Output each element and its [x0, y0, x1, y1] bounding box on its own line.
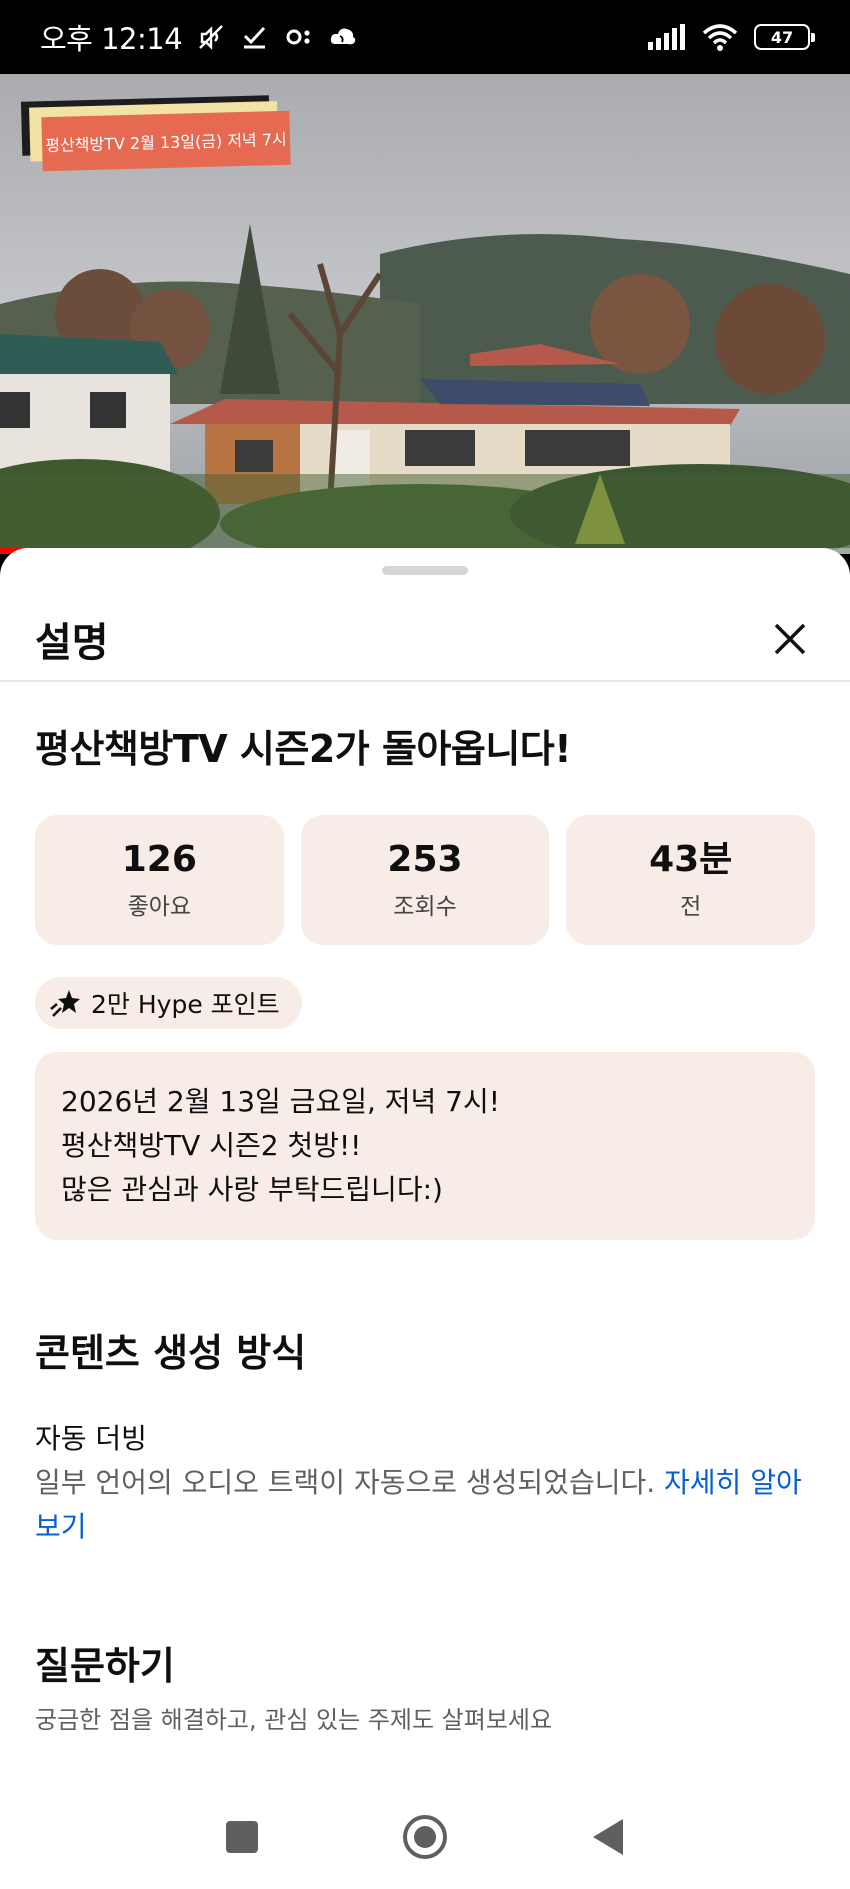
recents-button[interactable]	[212, 1807, 272, 1867]
stats-row: 126 좋아요 253 조회수 43분 전	[35, 815, 816, 945]
recents-icon	[225, 1821, 258, 1853]
likes-label: 좋아요	[127, 893, 192, 920]
check-icon	[244, 26, 266, 49]
close-icon	[774, 623, 806, 655]
views-count: 253	[387, 839, 463, 881]
sheet-content: 평산책방TV 시즌2가 돌아옵니다! 126 좋아요 253 조회수 43분 전…	[35, 718, 816, 1869]
description-sheet: 설명 평산책방TV 시즌2가 돌아옵니다! 126 좋아요 253 조회수 43…	[0, 548, 850, 1889]
likes-count: 126	[121, 839, 197, 881]
ask-heading: 질문하기	[35, 1644, 175, 1688]
likes-stat: 126 좋아요	[35, 815, 284, 945]
battery-indicator: 47	[754, 24, 815, 50]
description-box: 2026년 2월 13일 금요일, 저녁 7시! 평산책방TV 시즌2 첫방!!…	[35, 1052, 815, 1240]
description-line-1: 2026년 2월 13일 금요일, 저녁 7시!	[61, 1085, 500, 1118]
content-method-heading: 콘텐츠 생성 방식	[35, 1331, 307, 1375]
upload-time-label: 전	[680, 893, 702, 920]
system-navigation-bar	[0, 1785, 850, 1889]
video-banner: 평산책방TV 2월 13일(금) 저녁 7시	[41, 110, 291, 172]
back-icon	[593, 1819, 624, 1855]
back-button[interactable]	[578, 1807, 638, 1867]
home-icon	[402, 1815, 447, 1859]
auto-dubbing-description: 일부 언어의 오디오 트랙이 자동으로 생성되었습니다. 자세히 알아보기	[35, 1461, 815, 1549]
video-player[interactable]: 평산책방TV 2월 13일(금) 저녁 7시	[0, 74, 850, 554]
hype-points-chip[interactable]: 2만 Hype 포인트	[35, 977, 302, 1029]
upload-time-value: 43분	[649, 839, 733, 881]
upload-time-stat: 43분 전	[566, 815, 816, 945]
sheet-title: 설명	[35, 620, 109, 666]
status-right: 47	[648, 23, 815, 51]
status-time: 오후 12:14	[40, 22, 183, 56]
auto-dubbing-text: 일부 언어의 오디오 트랙이 자동으로 생성되었습니다.	[35, 1466, 656, 1499]
ask-subtitle: 궁금한 점을 해결하고, 관심 있는 주제도 살펴보세요	[35, 1706, 553, 1734]
views-stat: 253 조회수	[300, 815, 550, 945]
dots-app-icon	[286, 29, 310, 45]
sheet-drag-handle[interactable]	[382, 566, 468, 575]
close-button[interactable]	[765, 614, 815, 664]
description-line-2: 평산책방TV 시즌2 첫방!!	[61, 1129, 362, 1162]
views-label: 조회수	[393, 893, 457, 920]
mute-vibrate-icon	[199, 25, 224, 50]
hype-rocket-icon	[50, 990, 80, 1017]
video-title: 평산책방TV 시즌2가 돌아옵니다!	[35, 727, 572, 771]
content-method-section: 콘텐츠 생성 방식 자동 더빙 일부 언어의 오디오 트랙이 자동으로 생성되었…	[35, 1322, 815, 1549]
hype-points-label: 2만 Hype 포인트	[91, 990, 280, 1019]
wifi-icon	[702, 24, 738, 51]
cloud-icon	[330, 28, 356, 45]
sheet-header: 설명	[0, 598, 850, 682]
signal-icon	[648, 24, 685, 50]
auto-dubbing-title: 자동 더빙	[35, 1422, 147, 1455]
status-bar: 오후 12:14 47	[0, 0, 850, 74]
description-line-3: 많은 관심과 사랑 부탁드립니다:)	[61, 1173, 443, 1206]
battery-level: 47	[770, 27, 794, 47]
home-button[interactable]	[395, 1807, 455, 1867]
status-left: 오후 12:14	[40, 16, 358, 58]
